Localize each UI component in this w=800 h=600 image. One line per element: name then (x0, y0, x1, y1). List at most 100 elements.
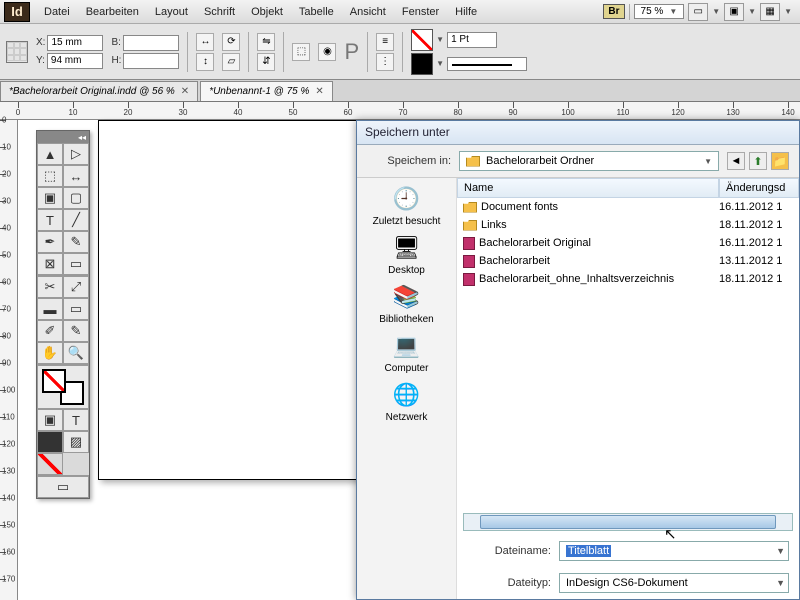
up-icon[interactable]: ⬆ (749, 152, 767, 170)
menubar: Id Datei Bearbeiten Layout Schrift Objek… (0, 0, 800, 24)
arrange-icon[interactable]: ▦ (760, 3, 780, 21)
content-placer-tool[interactable]: ▢ (63, 187, 89, 209)
pen-tool[interactable]: ✒ (37, 231, 63, 253)
eyedropper-tool[interactable]: ✎ (63, 320, 89, 342)
menu-schrift[interactable]: Schrift (196, 3, 243, 21)
stroke-swatch[interactable] (411, 29, 433, 51)
gradient-swatch-tool[interactable]: ▬ (37, 298, 63, 320)
apply-color-icon[interactable] (37, 431, 63, 453)
horizontal-scrollbar[interactable] (463, 513, 793, 531)
menu-hilfe[interactable]: Hilfe (447, 3, 485, 21)
direct-selection-tool[interactable]: ▷ (63, 143, 89, 165)
distribute-icon[interactable]: ⋮ (376, 53, 394, 71)
free-transform-tool[interactable]: ⤢ (63, 276, 89, 298)
flip-v-icon[interactable]: ⇵ (257, 53, 275, 71)
indd-icon (463, 237, 475, 250)
file-row[interactable]: Bachelorarbeit_ohne_Inhaltsverzeichnis18… (457, 270, 799, 288)
h-label: H: (111, 55, 121, 66)
menu-ansicht[interactable]: Ansicht (342, 3, 394, 21)
formatting-container-icon[interactable]: ▣ (37, 409, 63, 431)
y-input[interactable] (47, 53, 103, 69)
folder-icon (463, 202, 477, 213)
w-input[interactable] (123, 35, 179, 51)
place-recent[interactable]: 🕘Zuletzt besucht (373, 184, 441, 227)
filename-input[interactable]: Titelblatt▼ (559, 541, 789, 561)
menu-layout[interactable]: Layout (147, 3, 196, 21)
filetype-combo[interactable]: InDesign CS6-Dokument▼ (559, 573, 789, 593)
file-row[interactable]: Document fonts16.11.2012 1 (457, 198, 799, 216)
place-computer[interactable]: 💻Computer (385, 331, 429, 374)
tab-original[interactable]: *Bachelorarbeit Original.indd @ 56 %✕ (0, 81, 198, 101)
shear-icon[interactable]: ▱ (222, 53, 240, 71)
rectangle-tool[interactable]: ▭ (63, 253, 89, 275)
content-collector-tool[interactable]: ▣ (37, 187, 63, 209)
line-tool[interactable]: ╱ (63, 209, 89, 231)
file-row[interactable]: Links18.11.2012 1 (457, 216, 799, 234)
fill-stroke-swap[interactable] (37, 365, 89, 409)
horizontal-ruler[interactable]: 0102030405060708090100110120130140 (0, 102, 800, 120)
scale-y-icon[interactable]: ↕ (196, 53, 214, 71)
page-tool[interactable]: ⬚ (37, 165, 63, 187)
bridge-button[interactable]: Br (603, 4, 624, 19)
scissors-tool[interactable]: ✂ (37, 276, 63, 298)
indd-icon (463, 255, 475, 268)
app-logo: Id (4, 2, 30, 22)
formatting-text-icon[interactable]: T (63, 409, 89, 431)
page (98, 120, 358, 480)
select-content-icon[interactable]: ◉ (318, 43, 336, 61)
reference-point[interactable] (6, 41, 28, 63)
menu-datei[interactable]: Datei (36, 3, 78, 21)
align-icon[interactable]: ≡ (376, 33, 394, 51)
file-row[interactable]: Bachelorarbeit13.11.2012 1 (457, 252, 799, 270)
gradient-feather-tool[interactable]: ▭ (63, 298, 89, 320)
menu-tabelle[interactable]: Tabelle (291, 3, 342, 21)
place-network[interactable]: 🌐Netzwerk (386, 380, 428, 423)
screen-mode-icon[interactable]: ▣ (724, 3, 744, 21)
rectangle-frame-tool[interactable]: ⊠ (37, 253, 63, 275)
stroke-style-combo[interactable] (447, 57, 527, 71)
x-input[interactable] (47, 35, 103, 51)
h-input[interactable] (123, 53, 179, 69)
place-desktop[interactable]: 🖥Desktop (388, 233, 425, 276)
vertical-ruler[interactable]: 0102030405060708090100110120130140150160… (0, 120, 18, 600)
fill-swatch[interactable] (411, 53, 433, 75)
w-label: B: (111, 37, 120, 48)
stroke-weight-input[interactable] (447, 32, 497, 48)
x-label: X: (36, 37, 45, 48)
view-mode-icon[interactable]: ▭ (37, 476, 89, 498)
apply-gradient-icon[interactable]: ▨ (63, 431, 89, 453)
menu-fenster[interactable]: Fenster (394, 3, 447, 21)
save-in-combo[interactable]: Bachelorarbeit Ordner ▼ (459, 151, 719, 171)
close-icon[interactable]: ✕ (315, 86, 323, 97)
hand-tool[interactable]: ✋ (37, 342, 63, 364)
new-folder-icon[interactable]: 📁 (771, 152, 789, 170)
column-date[interactable]: Änderungsd (719, 178, 799, 198)
select-container-icon[interactable]: ⬚ (292, 43, 310, 61)
zoom-tool[interactable]: 🔍 (63, 342, 89, 364)
place-libraries[interactable]: 📚Bibliotheken (379, 282, 433, 325)
back-icon[interactable]: ◄ (727, 152, 745, 170)
close-icon[interactable]: ✕ (181, 86, 189, 97)
file-row[interactable]: Bachelorarbeit Original16.11.2012 1 (457, 234, 799, 252)
tab-unbenannt[interactable]: *Unbenannt-1 @ 75 %✕ (200, 81, 333, 101)
view-options-icon[interactable]: ▭ (688, 3, 708, 21)
zoom-level[interactable]: 75 %▼ (634, 4, 685, 19)
scale-x-icon[interactable]: ↔ (196, 33, 214, 51)
apply-none-icon[interactable] (37, 453, 63, 475)
control-panel: X: Y: B: H: ↔↕ ⟳▱ ⇋⇵ ⬚ ◉ P ≡⋮ ▼ ▼ (0, 24, 800, 80)
pencil-tool[interactable]: ✎ (63, 231, 89, 253)
dialog-title: Speichern unter (357, 121, 799, 145)
column-name[interactable]: Name (457, 178, 719, 198)
save-in-label: Speichem in: (367, 155, 451, 167)
flip-h-icon[interactable]: ⇋ (257, 33, 275, 51)
file-list: Name Änderungsd Document fonts16.11.2012… (457, 178, 799, 599)
gap-tool[interactable]: ↔ (63, 165, 89, 187)
rotate-icon[interactable]: ⟳ (222, 33, 240, 51)
panel-collapse-icon[interactable]: ◂◂ (37, 131, 89, 143)
type-tool[interactable]: T (37, 209, 63, 231)
menu-objekt[interactable]: Objekt (243, 3, 291, 21)
menu-bearbeiten[interactable]: Bearbeiten (78, 3, 147, 21)
note-tool[interactable]: ✐ (37, 320, 63, 342)
filename-label: Dateiname: (467, 545, 551, 557)
selection-tool[interactable]: ▲ (37, 143, 63, 165)
